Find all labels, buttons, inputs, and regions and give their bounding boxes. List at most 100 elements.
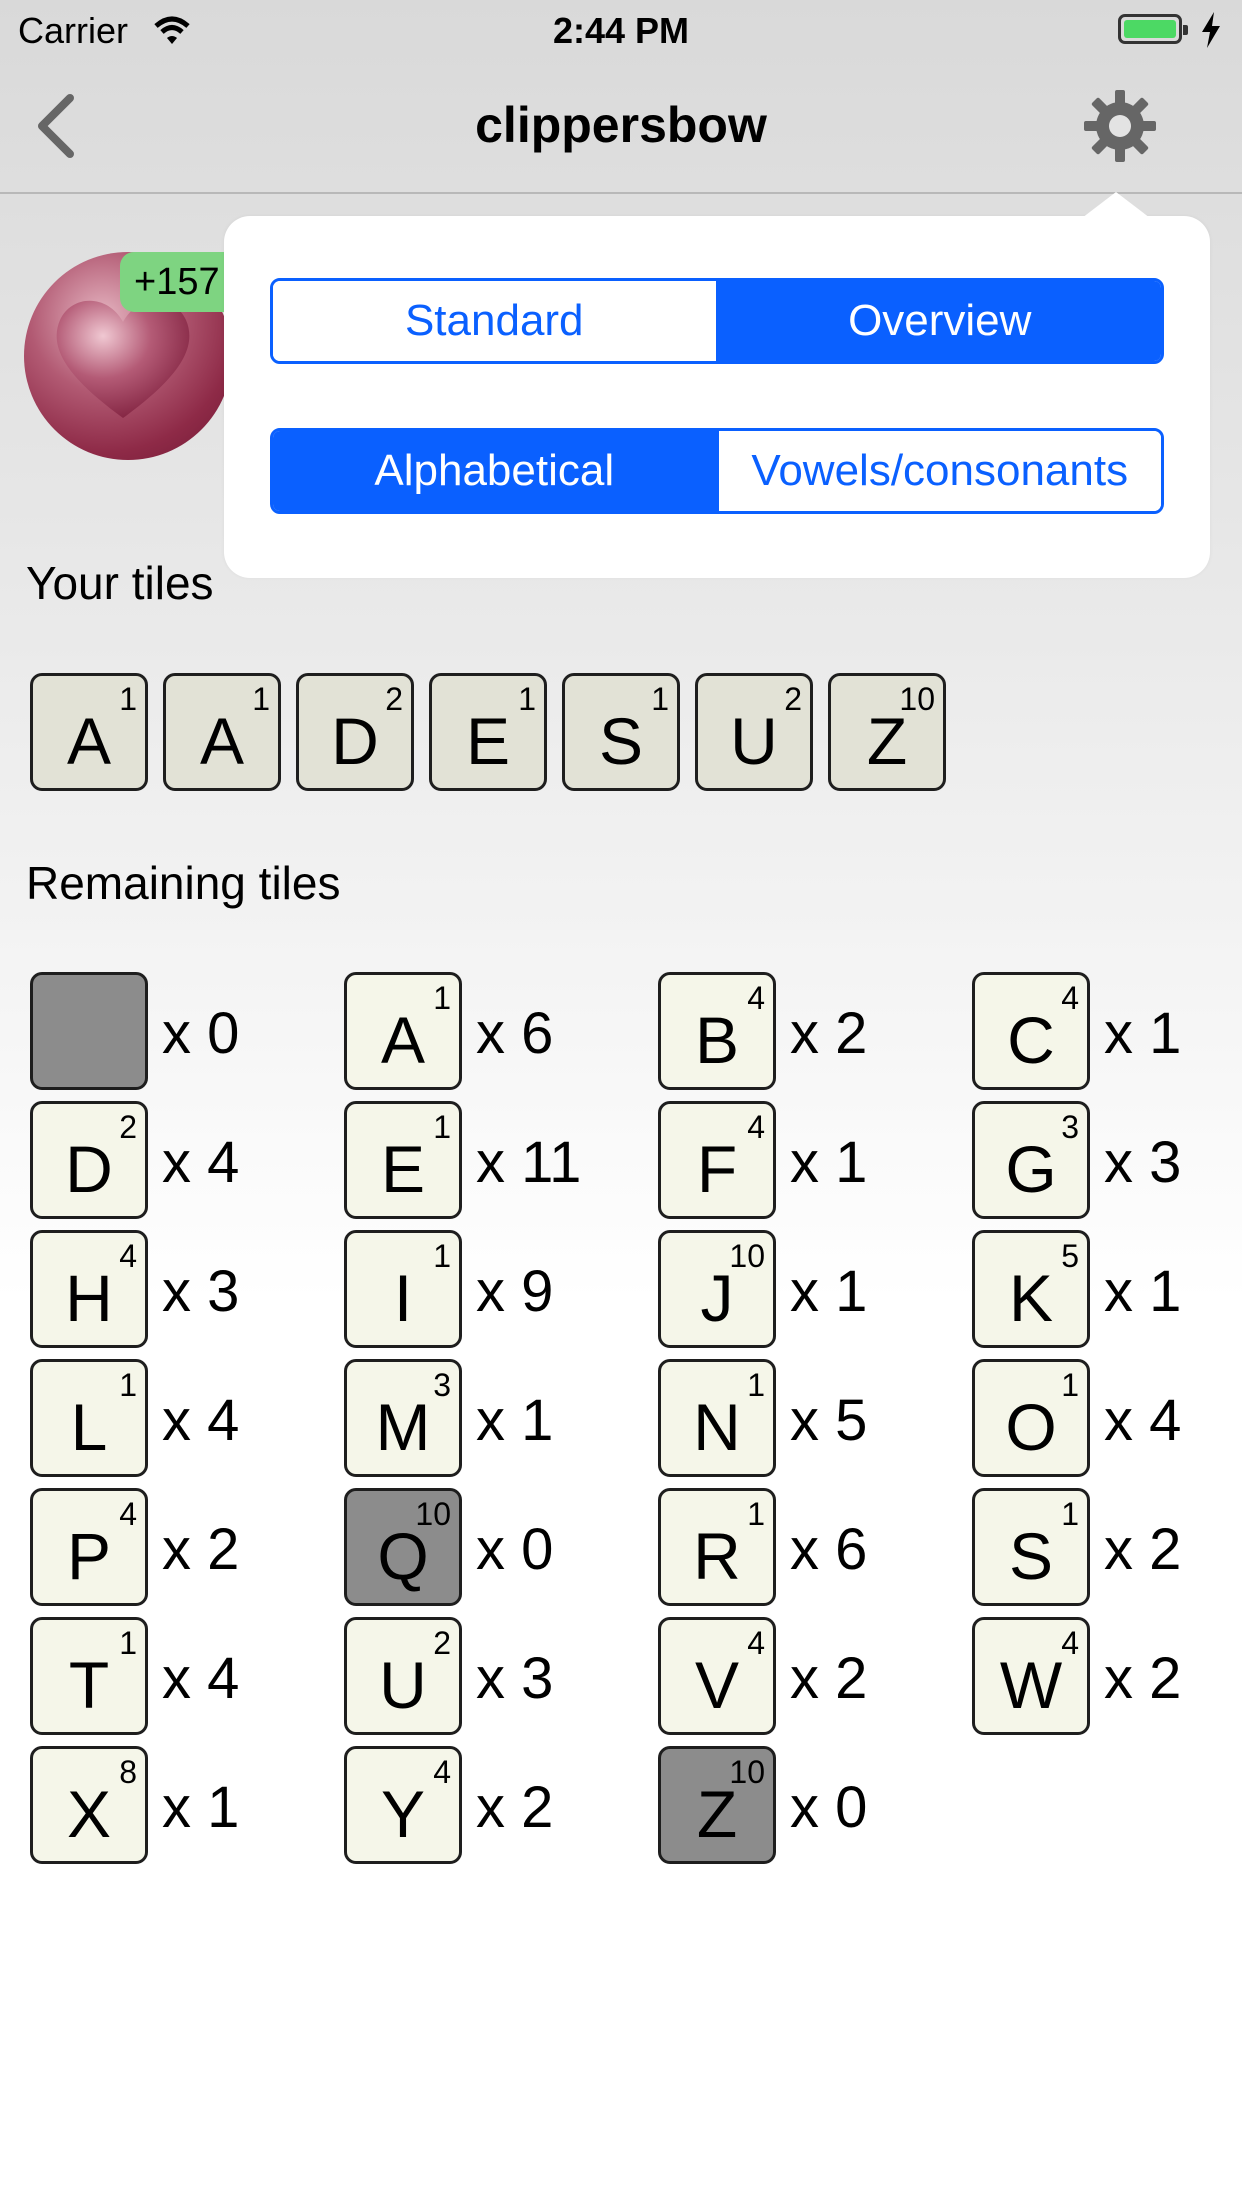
remaining-tile-n: N1 [658,1359,776,1477]
remaining-tile-e: E1 [344,1101,462,1219]
remaining-tile-l: L1 [30,1359,148,1477]
tile-value: 4 [119,1238,137,1274]
tile-value: 3 [1061,1109,1079,1145]
remaining-tile-f: F4 [658,1101,776,1219]
remaining-tile-g: G3 [972,1101,1090,1219]
remaining-tile-d: D2 [30,1101,148,1219]
rack-tile: A1 [163,673,281,791]
tile-value: 1 [433,1109,451,1145]
tile-count: x 0 [476,1517,554,1582]
status-time: 2:44 PM [552,10,690,51]
tile-value: 2 [784,681,802,717]
popover-arrow [1082,192,1150,218]
tile-value: 4 [747,1625,765,1661]
tile-value: 3 [433,1367,451,1403]
tile-count: x 6 [476,1001,554,1066]
remaining-tile-x: X8 [30,1746,148,1864]
sort-mode-segmented-control: Alphabetical Vowels/consonants [270,428,1164,514]
rack-tile: S1 [562,673,680,791]
tile-count: x 1 [162,1775,240,1840]
segment-vowels-consonants[interactable]: Vowels/consonants [715,431,1161,511]
tile-value: 1 [1061,1496,1079,1532]
tile-value: 4 [1061,980,1079,1016]
tile-count: x 4 [162,1388,240,1453]
tile-count: x 6 [790,1517,868,1582]
tile-value: 10 [415,1496,451,1532]
remaining-tile-w: W4 [972,1617,1090,1735]
remaining-tile-blank [30,972,148,1090]
tile-count: x 11 [476,1130,582,1195]
remaining-tile-b: B4 [658,972,776,1090]
tile-value: 10 [729,1754,765,1790]
gear-icon[interactable] [1082,88,1158,164]
tile-count: x 4 [162,1646,240,1711]
tile-value: 1 [747,1367,765,1403]
tile-count: x 2 [1104,1517,1182,1582]
remaining-tile-c: C4 [972,972,1090,1090]
tile-value: 1 [252,681,270,717]
nav-title: clippersbow [475,97,767,153]
tile-count: x 0 [790,1775,868,1840]
segment-overview[interactable]: Overview [715,281,1161,361]
tile-count: x 1 [790,1130,868,1195]
tile-value: 4 [747,1109,765,1145]
tile-count: x 1 [476,1388,554,1453]
battery-icon [1118,14,1188,44]
rack-tile: D2 [296,673,414,791]
tile-value: 10 [899,681,935,717]
tile-value: 10 [729,1238,765,1274]
tile-value: 1 [518,681,536,717]
tile-count: x 4 [1104,1388,1182,1453]
tile-value: 4 [119,1496,137,1532]
tile-value: 1 [651,681,669,717]
segment-alphabetical[interactable]: Alphabetical [273,431,716,511]
tile-value: 1 [433,980,451,1016]
tile-count: x 2 [790,1001,868,1066]
rack-tile: Z 10 [828,673,946,791]
tile-value: 5 [1061,1238,1079,1274]
remaining-tile-s: S1 [972,1488,1090,1606]
tile-value: 1 [119,1367,137,1403]
tile-value: 1 [433,1238,451,1274]
tile-value: 2 [433,1625,451,1661]
remaining-tile-r: R1 [658,1488,776,1606]
remaining-tile-i: I1 [344,1230,462,1348]
tile-value: 1 [119,1625,137,1661]
charging-bolt-icon [1202,12,1220,48]
your-tiles-heading: Your tiles [26,557,214,609]
tile-value: 1 [747,1496,765,1532]
tile-value: 1 [119,681,137,717]
settings-popover: Standard Overview Alphabetical Vowels/co… [224,192,1210,578]
remaining-tiles-heading: Remaining tiles [26,857,341,909]
tile-count: x 3 [476,1646,554,1711]
remaining-tile-u: U2 [344,1617,462,1735]
remaining-tile-v: V4 [658,1617,776,1735]
tile-value: 4 [747,980,765,1016]
tile-count: x 9 [476,1259,554,1324]
remaining-tile-j: J 10 [658,1230,776,1348]
tile-value: 2 [119,1109,137,1145]
remaining-tile-y: Y4 [344,1746,462,1864]
remaining-tile-k: K5 [972,1230,1090,1348]
tile-count: x 2 [476,1775,554,1840]
tile-count: x 1 [1104,1001,1182,1066]
score-delta-badge: +157 [120,252,238,312]
tile-value: 2 [385,681,403,717]
tile-count: x 4 [162,1130,240,1195]
tile-count: x 2 [1104,1646,1182,1711]
remaining-tile-h: H4 [30,1230,148,1348]
remaining-tile-o: O1 [972,1359,1090,1477]
segment-standard[interactable]: Standard [273,281,716,361]
tile-count: x 3 [1104,1130,1182,1195]
tile-count: x 5 [790,1388,868,1453]
remaining-tile-a: A1 [344,972,462,1090]
tile-count: x 2 [162,1517,240,1582]
remaining-tile-m: M3 [344,1359,462,1477]
tile-value: 4 [1061,1625,1079,1661]
status-bar: Carrier 2:44 PM [0,0,1242,60]
view-mode-segmented-control: Standard Overview [270,278,1164,364]
remaining-tile-p: P4 [30,1488,148,1606]
rack-tile: E1 [429,673,547,791]
remaining-tile-z: Z 10 [658,1746,776,1864]
tile-count: x 2 [790,1646,868,1711]
